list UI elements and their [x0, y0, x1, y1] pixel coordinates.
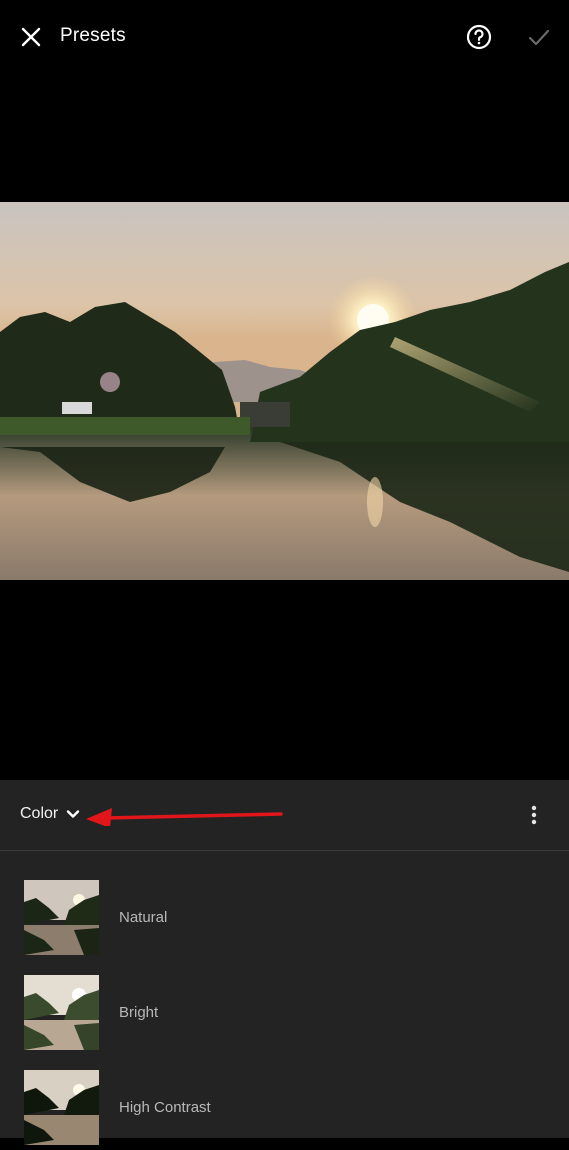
preset-item-high-contrast[interactable]: High Contrast: [0, 1070, 569, 1150]
photo-preview: [0, 202, 569, 580]
chevron-down-icon: [67, 810, 80, 818]
checkmark-icon: [528, 29, 550, 46]
preset-thumbnail: [24, 975, 99, 1050]
close-icon: [21, 27, 41, 47]
preset-label: Bright: [119, 1004, 159, 1021]
page-title: Presets: [60, 25, 126, 46]
close-button[interactable]: [16, 22, 46, 52]
panel-header: Color: [0, 780, 569, 851]
help-button[interactable]: [465, 23, 493, 51]
confirm-button[interactable]: [525, 24, 553, 52]
preset-label: High Contrast: [119, 1099, 211, 1116]
preset-item-bright[interactable]: Bright: [0, 975, 569, 1055]
presets-panel: Color Natural Bright High Contrast: [0, 780, 569, 1145]
top-bar: Presets: [0, 0, 569, 74]
preset-thumbnail: [24, 880, 99, 955]
preset-label: Natural: [119, 909, 168, 926]
preset-thumbnail: [24, 1070, 99, 1145]
more-vertical-icon: [531, 805, 537, 825]
help-circle-icon: [466, 24, 492, 50]
category-dropdown[interactable]: Color: [20, 805, 80, 823]
preset-item-natural[interactable]: Natural: [0, 880, 569, 960]
category-label: Color: [20, 805, 59, 822]
more-options-button[interactable]: [524, 803, 544, 827]
annotation-arrow: [86, 808, 283, 826]
